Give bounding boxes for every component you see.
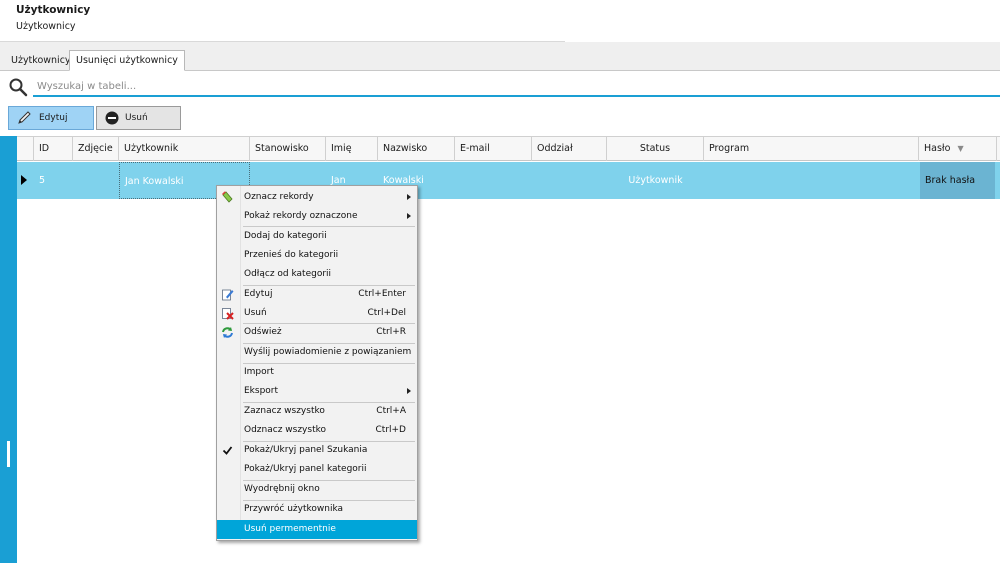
sort-down-icon: ▼ xyxy=(957,144,964,153)
pencil-icon xyxy=(18,111,31,124)
side-bar-handle[interactable] xyxy=(7,441,10,467)
menu-item-mark-records[interactable]: Oznacz rekordy xyxy=(217,188,417,207)
page-subtitle: Użytkownicy xyxy=(16,21,76,32)
tab-deleted-users[interactable]: Usunięci użytkownicy xyxy=(69,50,185,71)
edit-button-label: Edytuj xyxy=(39,113,68,123)
menu-item-label: Oznacz rekordy xyxy=(244,192,314,202)
menu-item-delete[interactable]: Usuń Ctrl+Del xyxy=(217,304,417,323)
cell-password: Brak hasła xyxy=(920,162,995,199)
cell-status: Użytkownik xyxy=(628,175,683,186)
submenu-arrow-icon xyxy=(407,194,411,200)
menu-item-label: Zaznacz wszystko xyxy=(244,406,325,416)
header-row-selector xyxy=(17,137,34,161)
menu-item-label: Pokaż rekordy oznaczone xyxy=(244,211,358,221)
menu-item-shortcut: Ctrl+Enter xyxy=(358,289,406,299)
menu-item-label: Import xyxy=(244,367,274,377)
edit-button[interactable]: Edytuj xyxy=(8,106,94,130)
column-header-position[interactable]: Stanowisko xyxy=(250,137,326,161)
delete-icon xyxy=(222,308,234,320)
menu-item-label: Odłącz od kategorii xyxy=(244,269,332,279)
menu-item-select-all[interactable]: Zaznacz wszystko Ctrl+A xyxy=(217,402,417,421)
menu-item-show-marked[interactable]: Pokaż rekordy oznaczone xyxy=(217,207,417,226)
menu-item-shortcut: Ctrl+A xyxy=(376,406,406,416)
menu-item-delete-permanently[interactable]: Usuń permementnie xyxy=(217,520,417,539)
menu-item-label: Wyślij powiadomienie z powiązaniem xyxy=(244,347,412,357)
column-header-status[interactable]: Status xyxy=(607,137,704,161)
menu-item-shortcut: Ctrl+R xyxy=(376,327,406,337)
refresh-icon xyxy=(222,327,233,338)
menu-item-shortcut: Ctrl+Del xyxy=(367,308,406,318)
column-header-user[interactable]: Użytkownik xyxy=(119,137,250,161)
column-header-last-name[interactable]: Nazwisko xyxy=(378,137,455,161)
column-header-password[interactable]: Hasło ▼ xyxy=(919,137,997,161)
menu-item-label: Pokaż/Ukryj panel kategorii xyxy=(244,464,367,474)
column-header-branch[interactable]: Oddział xyxy=(532,137,607,161)
menu-item-label: Dodaj do kategorii xyxy=(244,231,327,241)
menu-item-send-notification[interactable]: Wyślij powiadomienie z powiązaniem xyxy=(217,343,417,362)
column-header-email[interactable]: E-mail xyxy=(455,137,532,161)
menu-item-label: Usuń permementnie xyxy=(244,524,336,534)
delete-button-label: Usuń xyxy=(125,113,148,123)
menu-item-edit[interactable]: Edytuj Ctrl+Enter xyxy=(217,285,417,304)
side-accent-bar xyxy=(0,136,17,563)
cell-branch xyxy=(532,162,607,199)
minus-circle-icon xyxy=(105,111,119,125)
menu-item-refresh[interactable]: Odśwież Ctrl+R xyxy=(217,323,417,342)
column-header-password-label: Hasło xyxy=(924,143,951,154)
column-header-id[interactable]: ID xyxy=(34,137,73,161)
mark-records-icon xyxy=(222,191,233,203)
table-row[interactable]: 5 Jan Kowalski Jan Kowalski Użytkownik B… xyxy=(17,162,1000,199)
context-menu: Oznacz rekordy Pokaż rekordy oznaczone D… xyxy=(216,185,418,541)
submenu-arrow-icon xyxy=(407,388,411,394)
cell-id: 5 xyxy=(39,175,46,186)
column-header-first-name[interactable]: Imię xyxy=(326,137,378,161)
menu-item-label: Pokaż/Ukryj panel Szukania xyxy=(244,445,368,455)
menu-item-export[interactable]: Eksport xyxy=(217,382,417,401)
menu-item-detach-category[interactable]: Odłącz od kategorii xyxy=(217,265,417,284)
edit-icon xyxy=(222,289,234,301)
menu-item-label: Edytuj xyxy=(244,289,273,299)
column-header-program[interactable]: Program xyxy=(704,137,919,161)
menu-item-shortcut: Ctrl+D xyxy=(375,425,407,435)
menu-item-label: Wyodrębnij okno xyxy=(244,484,320,494)
column-header-photo[interactable]: Zdjęcie xyxy=(73,137,119,161)
delete-button[interactable]: Usuń xyxy=(96,106,181,130)
menu-item-toggle-search-panel[interactable]: Pokaż/Ukryj panel Szukania xyxy=(217,441,417,460)
cell-email xyxy=(455,162,532,199)
menu-item-label: Usuń xyxy=(244,308,267,318)
search-input[interactable] xyxy=(33,77,1000,97)
menu-item-label: Odznacz wszystko xyxy=(244,425,326,435)
menu-item-label: Eksport xyxy=(244,386,279,396)
search-icon[interactable] xyxy=(8,77,28,97)
menu-item-label: Przywróć użytkownika xyxy=(244,504,344,514)
page-title: Użytkownicy xyxy=(16,4,91,16)
menu-item-toggle-category-panel[interactable]: Pokaż/Ukryj panel kategorii xyxy=(217,460,417,479)
menu-item-add-to-category[interactable]: Dodaj do kategorii xyxy=(217,227,417,246)
table-header: ID Zdjęcie Użytkownik Stanowisko Imię Na… xyxy=(17,136,1000,161)
menu-item-move-to-category[interactable]: Przenieś do kategorii xyxy=(217,246,417,265)
menu-item-detach-window[interactable]: Wyodrębnij okno xyxy=(217,480,417,499)
cell-program xyxy=(704,162,919,199)
menu-item-label: Odśwież xyxy=(244,327,282,337)
menu-item-import[interactable]: Import xyxy=(217,363,417,382)
checkmark-icon xyxy=(222,446,233,455)
submenu-arrow-icon xyxy=(407,213,411,219)
cell-photo xyxy=(73,162,119,199)
row-pointer-icon xyxy=(21,175,27,185)
menu-item-restore-user[interactable]: Przywróć użytkownika xyxy=(217,500,417,519)
tab-users[interactable]: Użytkownicy xyxy=(4,50,78,71)
menu-item-deselect-all[interactable]: Odznacz wszystko Ctrl+D xyxy=(217,421,417,440)
menu-item-label: Przenieś do kategorii xyxy=(244,250,339,260)
